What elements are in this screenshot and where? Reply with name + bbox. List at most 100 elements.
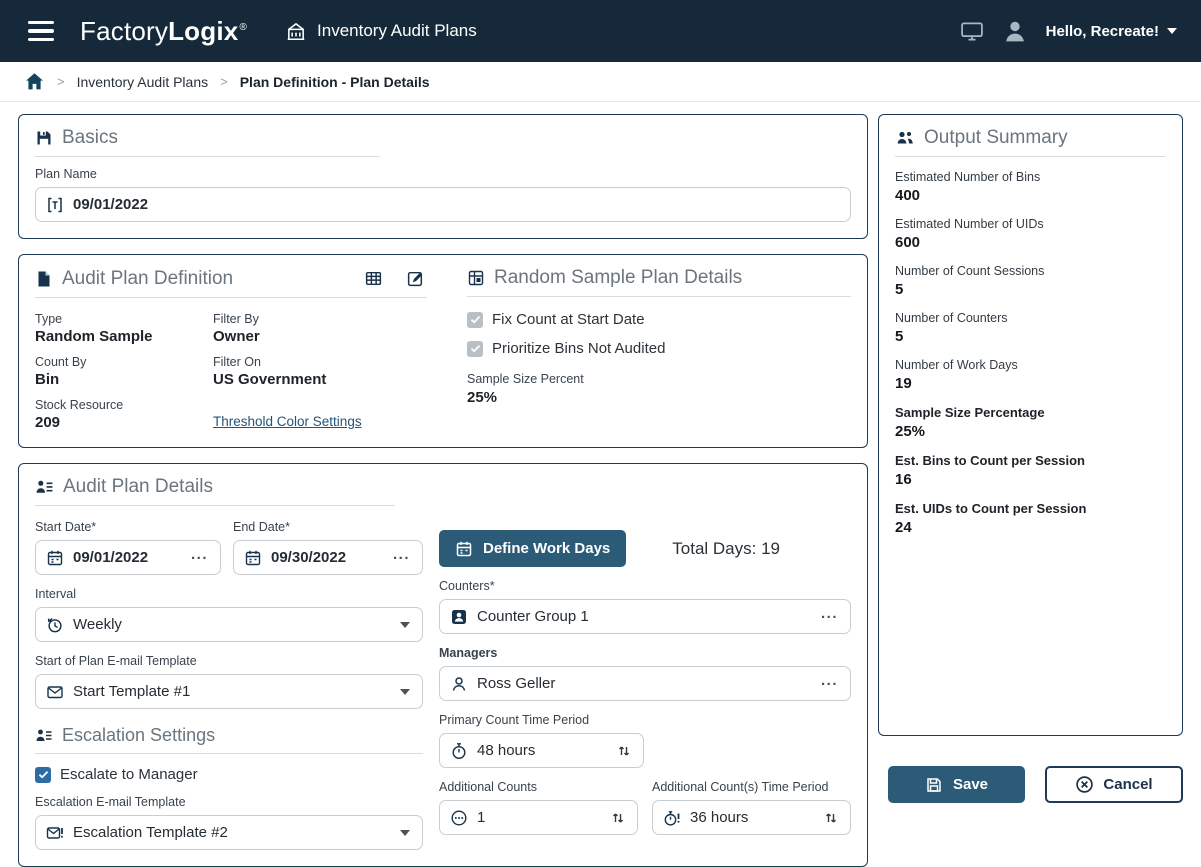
summary-item: Number of Work Days 19: [895, 358, 1166, 392]
fix-count-label: Fix Count at Start Date: [492, 311, 645, 328]
additional-time-input[interactable]: 36 hours: [652, 800, 851, 835]
additional-counts-value: 1: [477, 809, 485, 826]
person-list-icon: [35, 478, 54, 497]
history-clock-icon: [46, 616, 64, 634]
interval-label: Interval: [35, 587, 423, 601]
field-filter-by: Filter By Owner: [213, 304, 427, 345]
managers-input[interactable]: Ross Geller ...: [439, 666, 851, 701]
summary-item: Est. Bins to Count per Session 16: [895, 453, 1166, 488]
random-sample-title-text: Random Sample Plan Details: [494, 267, 742, 289]
details-title-text: Audit Plan Details: [63, 476, 213, 498]
definition-title-text: Audit Plan Definition: [62, 268, 233, 290]
additional-time-spinner-icon[interactable]: [822, 809, 840, 827]
counters-input[interactable]: Counter Group 1 ...: [439, 599, 851, 634]
cancel-button[interactable]: Cancel: [1045, 766, 1183, 803]
breadcrumb-level1[interactable]: Inventory Audit Plans: [77, 74, 209, 90]
person-square-icon: [450, 608, 468, 626]
counters-picker-button[interactable]: ...: [819, 605, 840, 628]
user-avatar-icon[interactable]: [1002, 18, 1028, 44]
user-menu-button[interactable]: Hello, Recreate!: [1046, 23, 1177, 40]
home-icon[interactable]: [24, 71, 45, 92]
menu-icon[interactable]: [24, 17, 58, 46]
additional-counts-input[interactable]: 1: [439, 800, 638, 835]
save-button[interactable]: Save: [888, 766, 1025, 803]
primary-count-time-label: Primary Count Time Period: [439, 713, 851, 727]
start-date-input[interactable]: 09/01/2022 ...: [35, 540, 221, 575]
counters-label: Counters*: [439, 579, 851, 593]
field-stock-resource: Stock Resource 209: [35, 390, 203, 431]
start-date-field: Start Date* 09/01/2022 ...: [35, 508, 221, 575]
primary-count-spinner-icon[interactable]: [615, 742, 633, 760]
display-icon[interactable]: [960, 21, 984, 42]
start-date-picker-button[interactable]: ...: [189, 546, 210, 569]
escalation-template-value: Escalation Template #2: [73, 824, 228, 841]
table-view-icon[interactable]: [362, 267, 385, 290]
end-date-field: End Date* 09/30/2022 ...: [233, 508, 423, 575]
summary-item: Sample Size Percentage 25%: [895, 405, 1166, 440]
checkbox-checked-disabled-icon: [467, 312, 483, 328]
end-date-input[interactable]: 09/30/2022 ...: [233, 540, 423, 575]
total-days-text: Total Days: 19: [672, 539, 780, 559]
plan-grid-icon: [467, 269, 485, 287]
field-filter-on: Filter On US Government: [213, 347, 427, 388]
plan-name-input[interactable]: 09/01/2022: [35, 187, 851, 222]
start-date-label: Start Date*: [35, 520, 221, 534]
escalate-to-manager-checkbox[interactable]: Escalate to Manager: [35, 766, 423, 783]
chevron-down-icon: [1167, 28, 1177, 34]
summary-item: Estimated Number of UIDs 600: [895, 217, 1166, 251]
fix-count-checkbox: Fix Count at Start Date: [467, 311, 851, 328]
breadcrumb: > Inventory Audit Plans > Plan Definitio…: [0, 62, 1201, 102]
escalation-template-label: Escalation E-mail Template: [35, 795, 423, 809]
edit-icon[interactable]: [404, 267, 427, 290]
counters-value: Counter Group 1: [477, 608, 589, 625]
text-cursor-icon: [46, 196, 64, 214]
primary-count-time-input[interactable]: 48 hours: [439, 733, 644, 768]
breadcrumb-separator: >: [220, 74, 228, 89]
basics-card: Basics Plan Name 09/01/2022: [18, 114, 868, 239]
brand-first: Factory: [80, 16, 168, 46]
interval-value: Weekly: [73, 616, 122, 633]
threshold-color-settings-link[interactable]: Threshold Color Settings: [213, 414, 427, 431]
start-template-label: Start of Plan E-mail Template: [35, 654, 423, 668]
prioritize-bins-checkbox: Prioritize Bins Not Audited: [467, 340, 851, 357]
brand-logo: FactoryLogix®: [80, 16, 247, 47]
escalation-template-dropdown-caret-icon[interactable]: [398, 828, 412, 838]
additional-counts-field: Additional Counts 1: [439, 768, 638, 835]
additional-time-value: 36 hours: [690, 809, 748, 826]
define-work-days-label: Define Work Days: [483, 540, 610, 557]
details-card: Audit Plan Details Start Date* 09/01/202…: [18, 463, 868, 867]
interval-select[interactable]: Weekly: [35, 607, 423, 642]
interval-dropdown-caret-icon[interactable]: [398, 620, 412, 630]
managers-picker-button[interactable]: ...: [819, 672, 840, 695]
random-sample-title: Random Sample Plan Details: [467, 267, 851, 297]
start-date-value: 09/01/2022: [73, 549, 148, 566]
additional-time-label: Additional Count(s) Time Period: [652, 780, 851, 794]
escalation-title: Escalation Settings: [35, 725, 423, 754]
document-icon: [35, 270, 53, 288]
start-template-dropdown-caret-icon[interactable]: [398, 687, 412, 697]
additional-counts-label: Additional Counts: [439, 780, 638, 794]
floppy-icon: [35, 129, 53, 147]
define-work-days-button[interactable]: Define Work Days: [439, 530, 626, 567]
save-label: Save: [953, 776, 988, 793]
end-date-picker-button[interactable]: ...: [391, 546, 412, 569]
escalation-template-select[interactable]: Escalation Template #2: [35, 815, 423, 850]
output-summary-card: Output Summary Estimated Number of Bins …: [878, 114, 1183, 736]
additional-counts-spinner-icon[interactable]: [609, 809, 627, 827]
person-icon: [450, 675, 468, 693]
sample-size-label: Sample Size Percent: [467, 372, 851, 386]
breadcrumb-separator: >: [57, 74, 65, 89]
stopwatch-icon: [450, 742, 468, 760]
stopwatch-alert-icon: [663, 809, 681, 827]
factory-icon: [285, 20, 307, 42]
plan-name-label: Plan Name: [35, 167, 851, 181]
app-title: Inventory Audit Plans: [317, 21, 477, 41]
cancel-label: Cancel: [1103, 776, 1152, 793]
output-summary-title: Output Summary: [895, 127, 1166, 157]
start-template-select[interactable]: Start Template #1: [35, 674, 423, 709]
end-date-value: 09/30/2022: [271, 549, 346, 566]
main-content: Basics Plan Name 09/01/2022 Audit Plan D…: [0, 102, 1201, 867]
summary-item: Number of Count Sessions 5: [895, 264, 1166, 298]
escalate-to-manager-label: Escalate to Manager: [60, 766, 198, 783]
calendar-icon: [244, 549, 262, 567]
